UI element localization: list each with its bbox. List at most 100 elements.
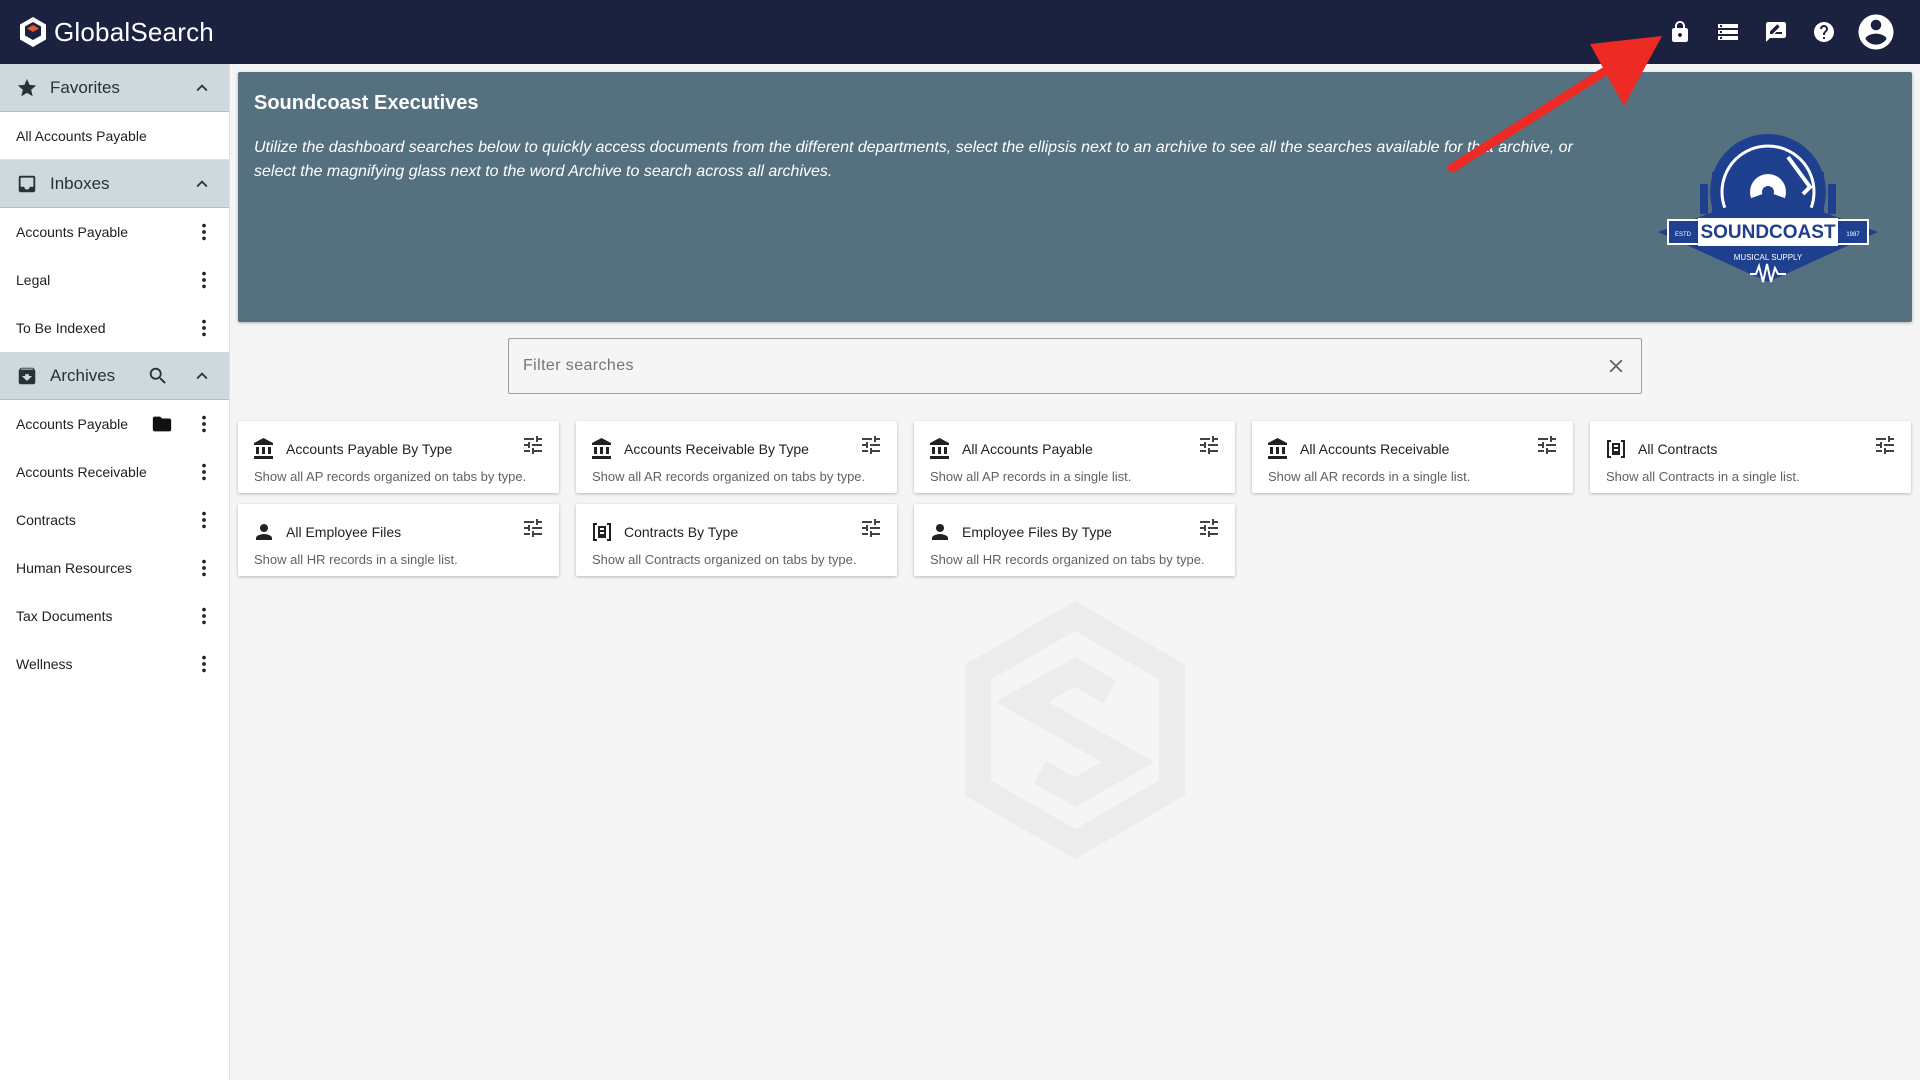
help-button[interactable] xyxy=(1800,8,1848,56)
search-card-description: Show all Contracts organized on tabs by … xyxy=(592,552,857,567)
tune-icon[interactable] xyxy=(1197,433,1221,457)
search-card[interactable]: Accounts Receivable By Type Show all AR … xyxy=(576,421,897,493)
sidebar-item-label: To Be Indexed xyxy=(16,320,106,336)
search-card[interactable]: Employee Files By Type Show all HR recor… xyxy=(914,504,1235,576)
search-card-description: Show all AP records organized on tabs by… xyxy=(254,469,527,484)
favorites-section-header[interactable]: Favorites xyxy=(0,64,229,112)
sidebar-item-label: Wellness xyxy=(16,656,73,672)
sidebar-item-label: Accounts Payable xyxy=(16,224,129,240)
search-card[interactable]: Accounts Payable By Type Show all AP rec… xyxy=(238,421,559,493)
sidebar-item-label: Contracts xyxy=(16,512,76,528)
more-vert-icon[interactable] xyxy=(193,509,215,531)
chevron-up-icon[interactable] xyxy=(191,77,213,99)
search-card[interactable]: All Accounts Receivable Show all AR reco… xyxy=(1252,421,1573,493)
inbox-icon xyxy=(18,175,36,192)
search-card-title: Accounts Payable By Type xyxy=(286,441,453,457)
filter-searches-input[interactable] xyxy=(523,357,1605,375)
search-card-title: Contracts By Type xyxy=(624,524,739,540)
search-card[interactable]: All Contracts Show all Contracts in a si… xyxy=(1590,421,1911,493)
storage-button[interactable] xyxy=(1704,8,1752,56)
search-card-description: Show all HR records organized on tabs by… xyxy=(930,552,1205,567)
tune-icon[interactable] xyxy=(1197,516,1221,540)
sidebar-item-favorite-all-accounts-payable[interactable]: All Accounts Payable xyxy=(0,112,229,160)
search-card-title: All Accounts Payable xyxy=(962,441,1093,457)
app-brand[interactable]: GlobalSearch xyxy=(16,15,214,49)
chevron-up-icon[interactable] xyxy=(191,365,213,387)
archives-section-header[interactable]: Archives xyxy=(0,352,229,400)
filter-searches-field[interactable] xyxy=(508,338,1642,394)
bank-icon xyxy=(1268,438,1287,459)
sidebar-item-label: Tax Documents xyxy=(16,608,113,624)
more-vert-icon[interactable] xyxy=(193,605,215,627)
sidebar-item-label: Accounts Receivable xyxy=(16,464,147,480)
sidebar-item-label: Legal xyxy=(16,272,51,288)
archives-title: Archives xyxy=(50,365,116,385)
person-icon xyxy=(256,524,272,540)
inboxes-title: Inboxes xyxy=(50,173,110,193)
logo-sub-text: MUSICAL SUPPLY xyxy=(1734,253,1803,262)
search-card-title: All Accounts Receivable xyxy=(1300,441,1450,457)
storage-icon xyxy=(1718,24,1738,40)
more-vert-icon[interactable] xyxy=(193,557,215,579)
account-circle-icon xyxy=(1858,14,1894,50)
logo-estd-text: ESTD xyxy=(1675,232,1692,238)
tune-icon[interactable] xyxy=(521,516,545,540)
sidebar-item-inbox-to-be-indexed[interactable]: To Be Indexed xyxy=(0,304,229,352)
sidebar-item-archive-tax-documents[interactable]: Tax Documents xyxy=(0,592,229,640)
search-card[interactable]: All Accounts Payable Show all AP records… xyxy=(914,421,1235,493)
tune-icon[interactable] xyxy=(859,516,883,540)
sidebar-item-inbox-legal[interactable]: Legal xyxy=(0,256,229,304)
tune-icon[interactable] xyxy=(1535,433,1559,457)
more-vert-icon[interactable] xyxy=(193,461,215,483)
help-icon xyxy=(1814,22,1834,42)
search-card-title: All Employee Files xyxy=(286,524,402,540)
more-vert-icon[interactable] xyxy=(193,269,215,291)
top-actions xyxy=(1656,0,1904,64)
tune-icon[interactable] xyxy=(1873,433,1897,457)
search-card-title: Employee Files By Type xyxy=(962,524,1112,540)
inboxes-section-header[interactable]: Inboxes xyxy=(0,160,229,208)
more-vert-icon[interactable] xyxy=(193,317,215,339)
logo-year-text: 1987 xyxy=(1846,232,1860,238)
search-card[interactable]: All Employee Files Show all HR records i… xyxy=(238,504,559,576)
more-vert-icon[interactable] xyxy=(193,653,215,675)
contract-icon xyxy=(1607,440,1625,458)
search-card-title: All Contracts xyxy=(1638,441,1718,457)
bank-icon xyxy=(592,438,611,459)
sidebar-item-archive-human-resources[interactable]: Human Resources xyxy=(0,544,229,592)
search-card-description: Show all HR records in a single list. xyxy=(254,552,458,567)
feedback-icon xyxy=(1766,22,1786,42)
sidebar-item-archive-contracts[interactable]: Contracts xyxy=(0,496,229,544)
chevron-up-icon[interactable] xyxy=(191,173,213,195)
account-button[interactable] xyxy=(1848,8,1904,56)
tune-icon[interactable] xyxy=(521,433,545,457)
app-name: GlobalSearch xyxy=(54,16,214,47)
sidebar-item-inbox-accounts-payable[interactable]: Accounts Payable xyxy=(0,208,229,256)
search-card-description: Show all AP records in a single list. xyxy=(930,469,1132,484)
search-icon[interactable] xyxy=(147,365,169,387)
folder-icon xyxy=(152,416,172,432)
person-icon xyxy=(932,524,948,540)
banner-title: Soundcoast Executives xyxy=(254,92,479,114)
search-card-description: Show all AR records organized on tabs by… xyxy=(592,469,866,484)
favorites-title: Favorites xyxy=(50,77,120,97)
feedback-button[interactable] xyxy=(1752,8,1800,56)
globalsearch-watermark-icon xyxy=(965,600,1185,860)
sidebar-item-archive-accounts-payable[interactable]: Accounts Payable xyxy=(0,400,229,448)
banner-description: Utilize the dashboard searches below to … xyxy=(254,139,1573,180)
sidebar-item-label: Accounts Payable xyxy=(16,416,129,432)
sidebar-item-archive-accounts-receivable[interactable]: Accounts Receivable xyxy=(0,448,229,496)
more-vert-icon[interactable] xyxy=(193,221,215,243)
logo-main-text: SOUNDCOAST xyxy=(1700,222,1836,243)
search-card-description: Show all AR records in a single list. xyxy=(1268,469,1471,484)
bank-icon xyxy=(254,438,273,459)
contract-icon xyxy=(593,523,611,541)
tune-icon[interactable] xyxy=(859,433,883,457)
search-card[interactable]: Contracts By Type Show all Contracts org… xyxy=(576,504,897,576)
more-vert-icon[interactable] xyxy=(193,413,215,435)
archive-box-icon xyxy=(18,367,36,384)
sidebar-item-archive-wellness[interactable]: Wellness xyxy=(0,640,229,688)
search-card-title: Accounts Receivable By Type xyxy=(624,441,809,457)
close-icon[interactable] xyxy=(1605,355,1627,377)
star-icon xyxy=(17,78,37,96)
